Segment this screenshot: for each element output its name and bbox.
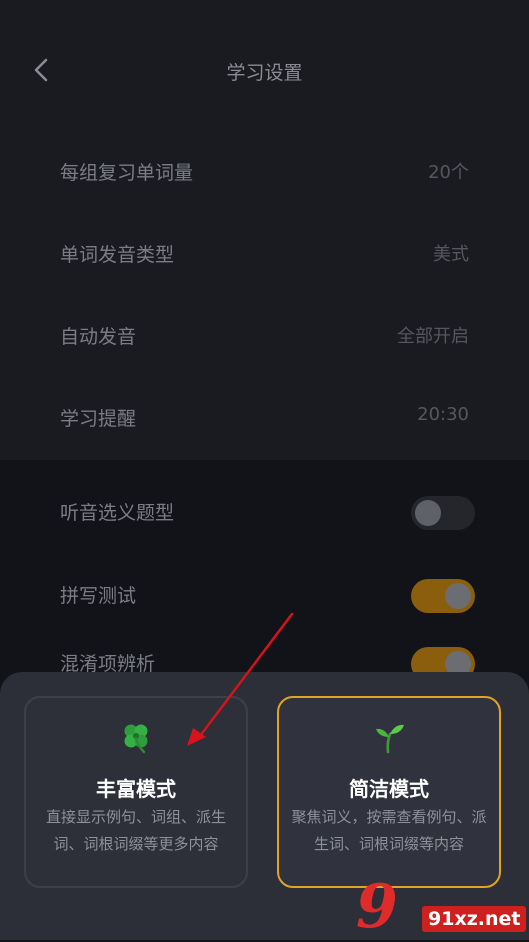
setting-value: 20个 — [428, 162, 469, 183]
header-bar: 学习设置 — [0, 0, 529, 140]
setting-row-review-count[interactable]: 每组复习单词量 20个 — [0, 130, 529, 212]
toggle-label: 听音选义题型 — [60, 502, 175, 524]
clover-icon — [124, 724, 148, 754]
setting-label: 学习提醒 — [60, 408, 137, 430]
settings-group: 每组复习单词量 20个 单词发音类型 美式 自动发音 全部开启 学习提醒 20:… — [0, 130, 529, 460]
setting-row-auto-pronounce[interactable]: 自动发音 全部开启 — [0, 294, 529, 376]
watermark-logo: 9 — [356, 872, 398, 942]
simple-mode-card[interactable]: 简洁模式 聚焦词义，按需查看例句、派生词、词根词缀等内容 — [277, 696, 501, 888]
mode-name: 丰富模式 — [96, 777, 176, 801]
toggle-knob — [415, 500, 441, 526]
mode-description: 聚焦词义，按需查看例句、派生词、词根词缀等内容 — [291, 808, 487, 853]
spelling-test-toggle[interactable] — [411, 579, 475, 613]
toggle-label: 拼写测试 — [60, 585, 137, 607]
setting-row-pronunciation-type[interactable]: 单词发音类型 美式 — [0, 212, 529, 294]
setting-row-study-reminder[interactable]: 学习提醒 20:30 — [0, 376, 529, 458]
setting-label: 自动发音 — [60, 326, 137, 348]
watermark-text: 91xz.net — [422, 906, 527, 932]
setting-value: 20:30 — [417, 404, 469, 425]
setting-value: 全部开启 — [397, 326, 469, 347]
setting-label: 单词发音类型 — [60, 244, 175, 266]
page-title: 学习设置 — [226, 62, 303, 84]
setting-value: 美式 — [433, 244, 469, 265]
setting-label: 每组复习单词量 — [60, 162, 194, 184]
watermark: 9 91xz.net — [346, 876, 529, 938]
toggle-knob — [445, 583, 471, 609]
listening-question-toggle[interactable] — [411, 496, 475, 530]
rich-mode-card[interactable]: 丰富模式 直接显示例句、词组、派生词、词根词缀等更多内容 — [24, 696, 248, 888]
mode-name: 简洁模式 — [349, 777, 429, 801]
sprout-icon — [376, 724, 404, 754]
mode-description: 直接显示例句、词组、派生词、词根词缀等更多内容 — [45, 808, 226, 853]
toggle-row-listening-question: 听音选义题型 — [0, 470, 529, 552]
